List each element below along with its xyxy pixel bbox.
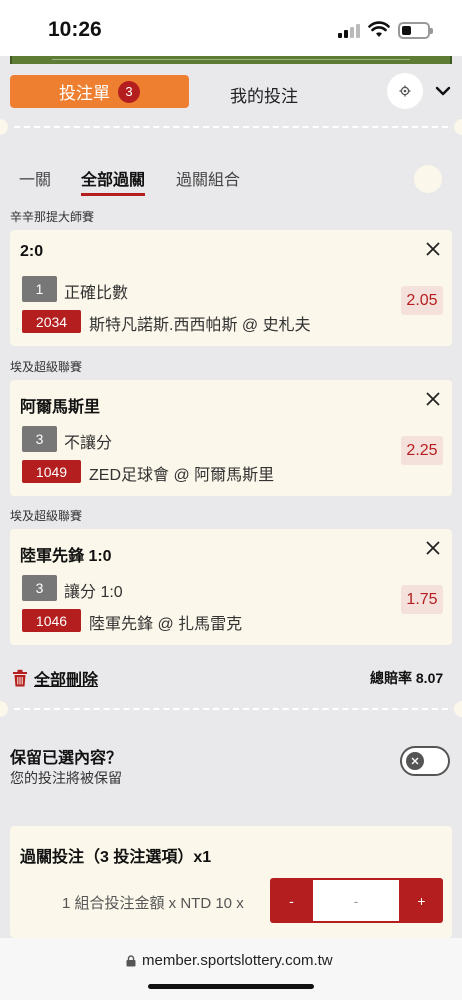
tab-single[interactable]: 一關 [19, 166, 51, 190]
league-name: 辛辛那提大師賽 [10, 210, 95, 224]
ticket-divider [0, 119, 462, 135]
total-odds: 總賠率 8.07 [370, 668, 443, 688]
field-banner [10, 56, 452, 64]
match-name: 陸軍先鋒 @ 扎馬雷克 [89, 616, 243, 633]
market-name: 正確比數 [64, 285, 129, 302]
tab-betslip-label: 投注單 [59, 84, 110, 103]
keep-selections-subtitle: 您的投注將被保留 [10, 770, 122, 786]
stake-input[interactable]: - [313, 880, 399, 921]
close-icon[interactable] [424, 390, 442, 408]
league-name: 埃及超級聯賽 [10, 360, 83, 374]
close-icon[interactable] [424, 240, 442, 258]
market-code: 3 [22, 575, 57, 601]
url-text: member.sportslottery.com.tw [142, 952, 333, 969]
browser-url-bar: member.sportslottery.com.tw [0, 938, 462, 1000]
match-code: 1046 [22, 609, 81, 632]
league-name: 埃及超級聯賽 [10, 509, 83, 523]
market-name: 讓分 1:0 [64, 584, 123, 601]
match-code: 2034 [22, 310, 81, 333]
decrement-button[interactable]: - [270, 878, 313, 923]
home-indicator[interactable] [148, 984, 314, 989]
bet-card: 陸軍先鋒 1:0 3 讓分 1:0 1046 陸軍先鋒 @ 扎馬雷克 1.75 [10, 529, 452, 645]
betslip-header: 投注單 3 我的投注 [0, 64, 462, 118]
settings-button[interactable] [387, 73, 423, 109]
betslip-count-badge: 3 [118, 80, 140, 103]
market-code: 1 [22, 276, 57, 302]
total-odds-value: 8.07 [415, 670, 444, 686]
odds-value: 2.25 [401, 436, 443, 465]
selection-title: 陸軍先鋒 1:0 [20, 548, 112, 565]
delete-all-button[interactable]: 全部刪除 [12, 666, 98, 690]
bet-type-tabs: 一關 全部過關 過關組合 [0, 166, 462, 198]
selection-title: 阿爾馬斯里 [20, 399, 101, 416]
close-icon[interactable] [424, 539, 442, 557]
market-name: 不讓分 [64, 435, 113, 452]
tab-all-parlay[interactable]: 全部過關 [81, 166, 146, 196]
stake-stepper: - - + [270, 878, 443, 923]
odds-value: 1.75 [401, 585, 443, 614]
stake-label: 1 組合投注金額 x NTD 10 x [62, 895, 244, 912]
wifi-icon [368, 21, 390, 37]
chevron-down-icon[interactable] [434, 82, 452, 100]
trash-icon [13, 669, 27, 687]
market-code: 3 [22, 426, 57, 452]
address-bar[interactable]: member.sportslottery.com.tw [126, 952, 333, 969]
round-button[interactable] [414, 165, 442, 193]
keep-selections-toggle[interactable] [400, 746, 450, 776]
status-bar: 10:26 [0, 0, 462, 56]
selection-title: 2:0 [20, 243, 44, 260]
increment-button[interactable]: + [400, 878, 443, 923]
match-code: 1049 [22, 460, 81, 483]
match-name: ZED足球會 @ 阿爾馬斯里 [89, 467, 275, 484]
gear-icon [399, 85, 411, 97]
toggle-off-icon [406, 752, 424, 770]
tab-betslip[interactable]: 投注單 3 [10, 75, 189, 108]
tab-my-bets[interactable]: 我的投注 [230, 82, 298, 107]
ticket-divider [0, 701, 462, 717]
parlay-title: 過關投注（3 投注選項）x1 [20, 849, 212, 866]
status-time: 10:26 [48, 18, 102, 41]
bet-card: 2:0 1 正確比數 2034 斯特凡諾斯.西西帕斯 @ 史札夫 2.05 [10, 230, 452, 346]
battery-icon [398, 22, 433, 39]
cellular-signal-icon [338, 24, 362, 38]
delete-all-label: 全部刪除 [34, 672, 99, 689]
keep-selections-title: 保留已選內容？ [10, 750, 123, 767]
lock-icon [126, 954, 136, 966]
parlay-card: 過關投注（3 投注選項）x1 1 組合投注金額 x NTD 10 x - - + [10, 826, 452, 938]
odds-value: 2.05 [401, 286, 443, 315]
tab-parlay-combo[interactable]: 過關組合 [176, 166, 240, 190]
total-odds-label: 總賠率 [370, 670, 412, 686]
match-name: 斯特凡諾斯.西西帕斯 @ 史札夫 [89, 317, 311, 334]
bet-card: 阿爾馬斯里 3 不讓分 1049 ZED足球會 @ 阿爾馬斯里 2.25 [10, 380, 452, 496]
